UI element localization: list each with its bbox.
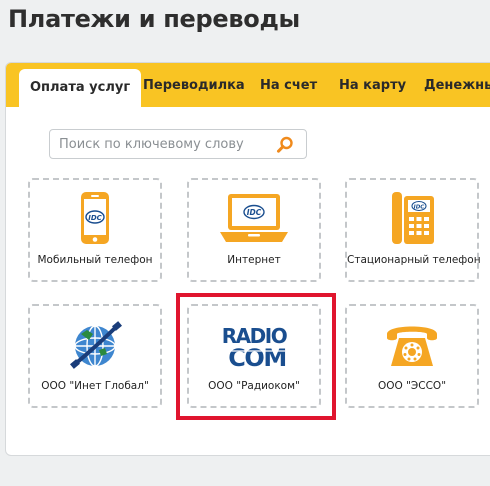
laptop-icon: IDC [189,190,319,248]
radiocom-logo-line2: COM [228,344,285,372]
search-placeholder: Поиск по ключевому слову [59,137,244,152]
tab-money[interactable]: Денежные [424,63,490,107]
service-tile-internet[interactable]: IDC Интернет [187,178,321,282]
service-label: Интернет [227,254,281,266]
service-tile-esso[interactable]: ООО "ЭССО" [345,304,479,408]
service-label: ООО "Инет Глобал" [41,380,149,392]
tab-bar: Оплата услуг Переводилка На счет На карт… [6,63,490,110]
tab-pay-services[interactable]: Оплата услуг [19,69,142,110]
service-label: ООО "ЭССО" [377,380,447,392]
service-label: Стационарный телефон [347,254,481,266]
service-label: ООО "Радиоком" [208,380,300,392]
service-tile-inet-global[interactable]: ООО "Инет Глобал" [28,304,162,408]
search-icon[interactable] [276,136,294,154]
service-tile-mobile[interactable]: IDC Мобильный телефон [28,178,162,282]
tab-to-account[interactable]: На счет [260,63,317,107]
desk-phone-icon: IDC [347,190,477,248]
service-label: Мобильный телефон [37,254,153,266]
service-tile-landline[interactable]: IDC Стационарный телефон [345,178,481,282]
rotary-phone-icon [347,316,477,374]
search-input[interactable]: Поиск по ключевому слову [49,129,307,159]
tab-transfers[interactable]: Переводилка [143,63,245,107]
svg-text:IDC: IDC [247,208,262,217]
svg-text:IDC: IDC [88,214,102,222]
radiocom-logo: RADIO COM [189,316,319,374]
payments-panel: Оплата услуг Переводилка На счет На карт… [5,62,490,456]
globe-logo [30,316,160,374]
tab-to-card[interactable]: На карту [339,63,406,107]
page-title: Платежи и переводы [8,5,300,33]
mobile-phone-icon: IDC [30,190,160,248]
service-tile-radiocom[interactable]: RADIO COM ООО "Радиоком" [187,304,321,408]
svg-text:IDC: IDC [414,205,425,211]
